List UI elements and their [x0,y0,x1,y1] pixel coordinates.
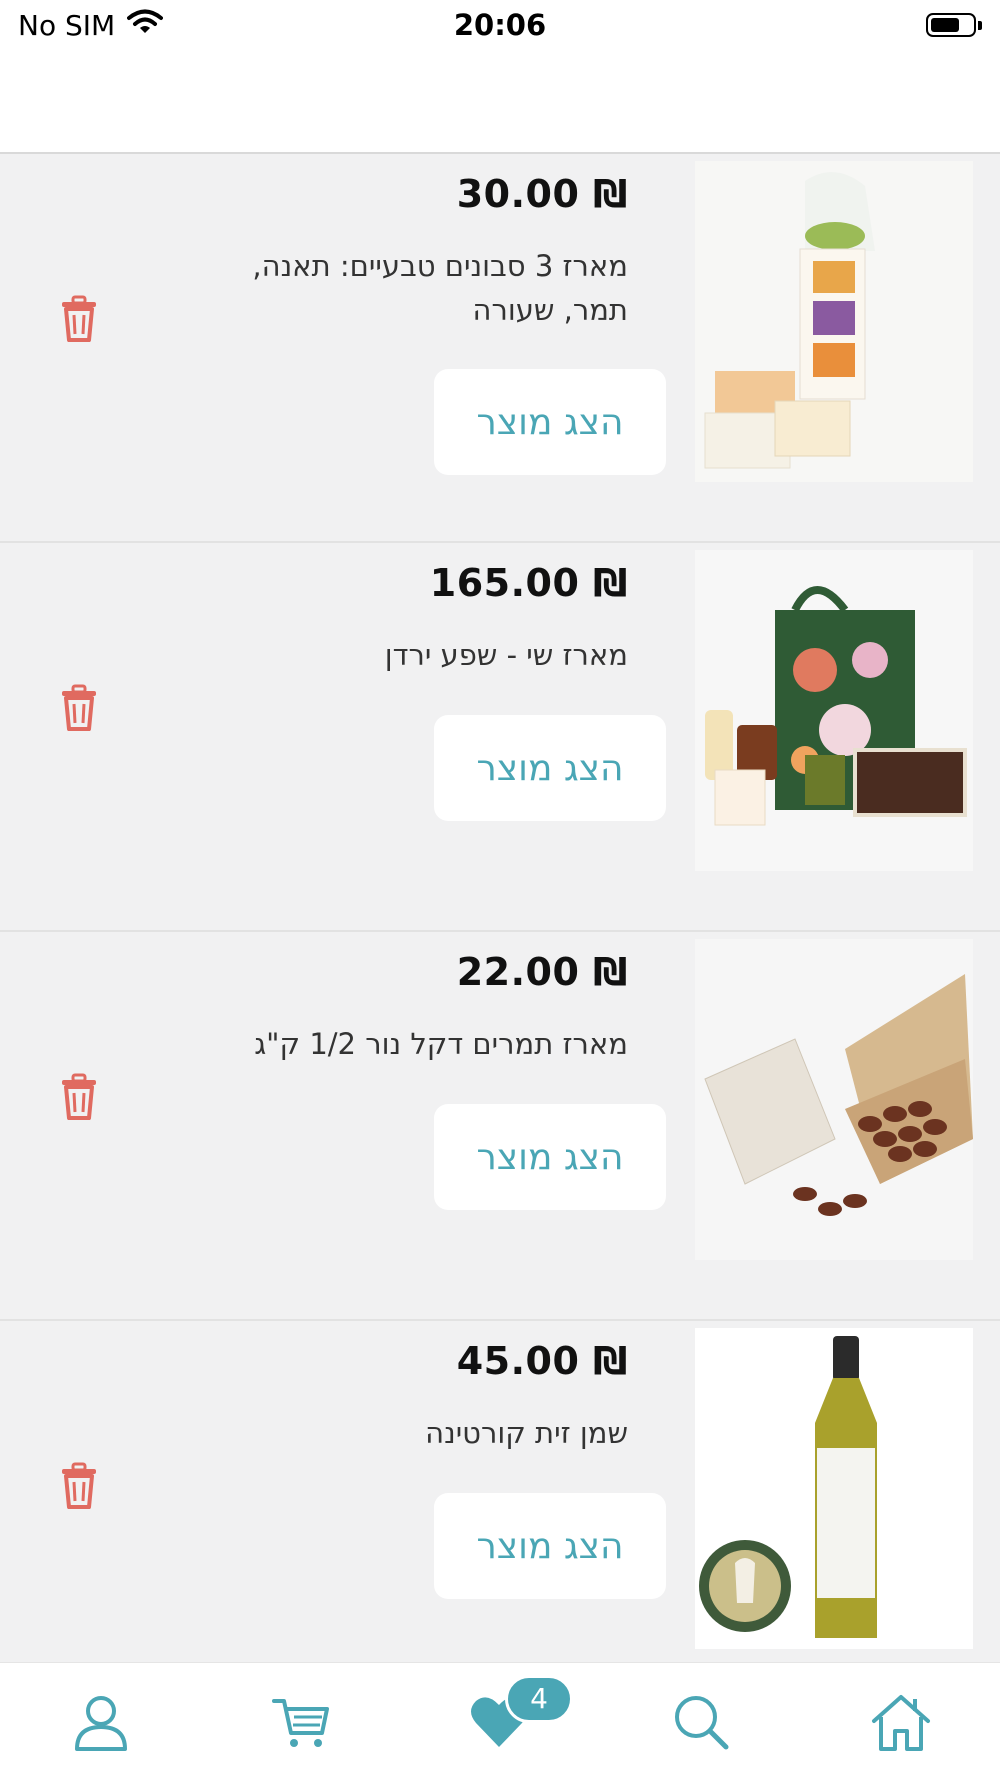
product-title: מארז שי - שפע ירדן [384,638,628,672]
cart-icon[interactable] [270,1691,332,1753]
profile-icon[interactable] [70,1691,132,1753]
product-title: מארז 3 סבונים טבעיים: תאנה, תמר, שעורה [252,249,628,327]
list-item: ₪ 22.00 מארז תמרים דקל נור 1/2 ק"ג הצג מ… [0,932,1000,1321]
product-price: ₪ 45.00 [456,1339,628,1383]
status-bar: No SIM 20:06 [0,0,1000,50]
carrier-label: No SIM [18,8,116,42]
product-price: ₪ 30.00 [456,172,628,216]
favorites-count-badge: 4 [505,1675,573,1723]
product-image[interactable] [695,550,973,871]
view-product-button[interactable]: הצג מוצר [434,715,666,821]
trash-icon[interactable] [58,684,100,732]
status-left: No SIM [18,8,164,42]
view-product-button[interactable]: הצג מוצר [434,369,666,475]
navigation-bar [0,50,1000,154]
list-item: ₪ 30.00 מארז 3 סבונים טבעיים: תאנה, תמר,… [0,154,1000,543]
home-icon[interactable] [870,1691,932,1753]
product-image[interactable] [695,161,973,482]
product-title: מארז תמרים דקל נור 1/2 ק"ג [254,1027,628,1061]
product-image[interactable] [695,1328,973,1649]
product-price: ₪ 22.00 [456,950,628,994]
list-item: ₪ 165.00 מארז שי - שפע ירדן הצג מוצר [0,543,1000,932]
wifi-icon [127,9,164,42]
product-price: ₪ 165.00 [429,561,628,605]
product-title: שמן זית קורטינה [425,1416,628,1450]
favorites-list: ₪ 30.00 מארז 3 סבונים טבעיים: תאנה, תמר,… [0,154,1000,1662]
list-item: ₪ 45.00 שמן זית קורטינה הצג מוצר [0,1321,1000,1662]
trash-icon[interactable] [58,295,100,343]
product-image[interactable] [695,939,973,1260]
tab-bar: 4 [0,1662,1000,1778]
view-product-button[interactable]: הצג מוצר [434,1493,666,1599]
view-product-button[interactable]: הצג מוצר [434,1104,666,1210]
trash-icon[interactable] [58,1462,100,1510]
search-icon[interactable] [670,1691,732,1753]
battery-icon [926,13,982,37]
trash-icon[interactable] [58,1073,100,1121]
